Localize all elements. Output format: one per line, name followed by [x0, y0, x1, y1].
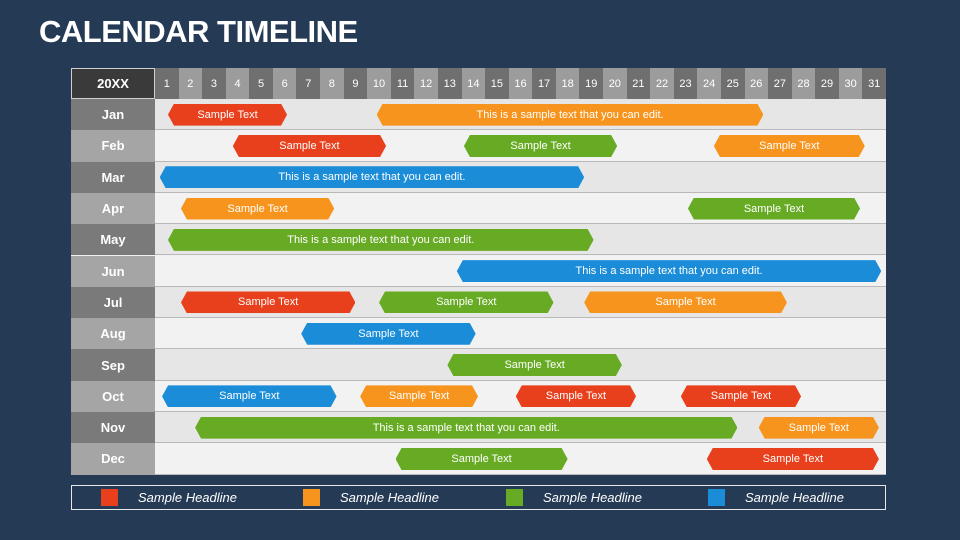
month-label-sep: Sep [71, 349, 155, 381]
month-label-feb: Feb [71, 130, 155, 162]
day-header-30: 30 [838, 68, 863, 99]
legend-label: Sample Headline [745, 490, 845, 505]
legend-label: Sample Headline [138, 490, 238, 505]
month-label-oct: Oct [71, 380, 155, 412]
timeline-bar[interactable]: Sample Text [181, 291, 355, 313]
legend-label: Sample Headline [543, 490, 643, 505]
month-label-may: May [71, 224, 155, 256]
timeline-bar[interactable]: Sample Text [181, 198, 334, 220]
month-label-jul: Jul [71, 286, 155, 319]
timeline-bar[interactable]: This is a sample text that you can edit. [160, 166, 584, 188]
legend-swatch-blue [708, 489, 725, 506]
timeline-bar[interactable]: This is a sample text that you can edit. [195, 417, 737, 439]
day-header-27: 27 [768, 68, 792, 99]
day-header-7: 7 [296, 68, 321, 99]
timeline-bar[interactable]: Sample Text [447, 354, 621, 376]
timeline-bar[interactable]: Sample Text [301, 323, 475, 345]
timeline-bar[interactable]: Sample Text [396, 448, 568, 470]
day-header-9: 9 [343, 68, 368, 99]
day-header-2: 2 [178, 68, 203, 99]
timeline-bar[interactable]: Sample Text [360, 385, 478, 407]
timeline-bar[interactable]: Sample Text [688, 198, 860, 220]
legend: Sample Headline Sample Headline Sample Hea… [71, 485, 886, 510]
timeline-bar[interactable]: Sample Text [584, 291, 787, 313]
timeline-bar[interactable]: Sample Text [233, 135, 386, 157]
legend-item-blue: Sample Headline [708, 489, 844, 506]
day-header-31: 31 [862, 68, 886, 99]
day-header-24: 24 [697, 68, 721, 99]
timeline-bar[interactable]: This is a sample text that you can edit. [377, 104, 764, 126]
day-header-25: 25 [720, 68, 745, 99]
day-header-4: 4 [225, 68, 250, 99]
timeline-bar[interactable]: Sample Text [707, 448, 879, 470]
day-header-13: 13 [437, 68, 462, 99]
day-header-14: 14 [461, 68, 486, 99]
day-header-29: 29 [815, 68, 839, 99]
day-header-6: 6 [272, 68, 297, 99]
calendar-grid: 20XX 1 2 3 4 5 6 7 8 9 10 11 12 13 14 15 16 17 18 19 20 21 22… [71, 68, 886, 475]
day-header-28: 28 [791, 68, 816, 99]
day-header-3: 3 [202, 68, 226, 99]
page-title: CALENDAR TIMELINE [39, 14, 358, 49]
month-label-aug: Aug [71, 318, 155, 350]
legend-label: Sample Headline [340, 490, 440, 505]
day-header-12: 12 [414, 68, 438, 99]
day-header-10: 10 [367, 68, 391, 99]
timeline-bar[interactable]: Sample Text [714, 135, 865, 157]
timeline-bar[interactable]: Sample Text [162, 385, 336, 407]
month-label-dec: Dec [71, 443, 155, 475]
day-header-18: 18 [555, 68, 580, 99]
month-label-jan: Jan [71, 99, 155, 131]
day-header-23: 23 [673, 68, 698, 99]
day-header-22: 22 [650, 68, 674, 99]
day-header-5: 5 [249, 68, 273, 99]
legend-swatch-red [101, 489, 118, 506]
day-header-16: 16 [508, 68, 533, 99]
day-header-11: 11 [390, 68, 415, 99]
day-header-15: 15 [485, 68, 509, 99]
day-header-26: 26 [744, 68, 769, 99]
month-label-nov: Nov [71, 412, 155, 444]
timeline-bar[interactable]: Sample Text [168, 104, 287, 126]
day-header-8: 8 [320, 68, 344, 99]
legend-item-orange: Sample Headline [303, 489, 439, 506]
row-background-aug [155, 318, 886, 350]
month-label-apr: Apr [71, 192, 155, 225]
timeline-bar[interactable]: Sample Text [464, 135, 617, 157]
timeline-bar[interactable]: Sample Text [379, 291, 553, 313]
day-header-21: 21 [626, 68, 651, 99]
day-header-19: 19 [579, 68, 604, 99]
timeline-bar[interactable]: This is a sample text that you can edit. [457, 260, 881, 282]
day-header-17: 17 [532, 68, 556, 99]
month-label-mar: Mar [71, 161, 155, 193]
timeline-bar[interactable]: Sample Text [516, 385, 636, 407]
legend-item-red: Sample Headline [101, 489, 237, 506]
day-header-20: 20 [603, 68, 627, 99]
timeline-bar[interactable]: Sample Text [681, 385, 801, 407]
timeline-bar[interactable]: Sample Text [759, 417, 879, 439]
legend-swatch-green [506, 489, 523, 506]
day-header-1: 1 [155, 68, 179, 99]
month-label-jun: Jun [71, 255, 155, 287]
year-label: 20XX [71, 68, 155, 99]
timeline-bar[interactable]: This is a sample text that you can edit. [168, 229, 594, 251]
legend-swatch-orange [303, 489, 320, 506]
legend-item-green: Sample Headline [506, 489, 642, 506]
